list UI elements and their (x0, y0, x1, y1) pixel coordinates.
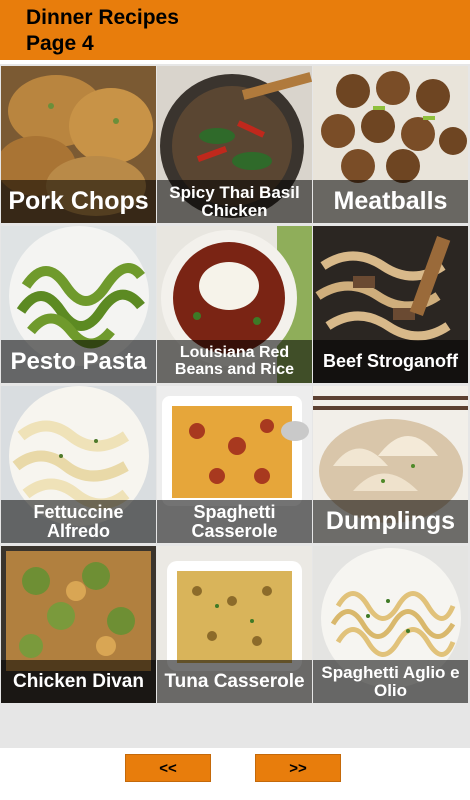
recipe-tile-spicy-thai-basil-chicken[interactable]: Spicy Thai Basil Chicken (157, 66, 312, 223)
recipe-title: Tuna Casserole (157, 660, 312, 703)
recipe-tile-spaghetti-casserole[interactable]: Spaghetti Casserole (157, 386, 312, 543)
page-title: Dinner Recipes (26, 6, 179, 29)
recipe-tile-fettuccine-alfredo[interactable]: Fettuccine Alfredo (1, 386, 156, 543)
recipe-tile-pesto-pasta[interactable]: Pesto Pasta (1, 226, 156, 383)
recipe-title: Beef Stroganoff (313, 340, 468, 383)
recipe-grid: Pork Chops Spicy Thai Basil Chicken Meat… (0, 64, 470, 748)
recipe-title: Louisiana Red Beans and Rice (157, 340, 312, 383)
recipe-tile-tuna-casserole[interactable]: Tuna Casserole (157, 546, 312, 703)
recipe-title: Spaghetti Casserole (157, 500, 312, 543)
recipe-title: Pesto Pasta (1, 340, 156, 383)
app-header: Dinner Recipes Page 4 (0, 0, 470, 60)
recipe-tile-chicken-divan[interactable]: Chicken Divan (1, 546, 156, 703)
recipe-title: Spaghetti Aglio e Olio (313, 660, 468, 703)
recipe-title: Fettuccine Alfredo (1, 500, 156, 543)
page-number: Page 4 (26, 32, 94, 55)
recipe-tile-dumplings[interactable]: Dumplings (313, 386, 468, 543)
pagination-bar: << >> (0, 750, 470, 800)
recipe-title: Dumplings (313, 500, 468, 543)
recipe-tile-beef-stroganoff[interactable]: Beef Stroganoff (313, 226, 468, 383)
recipe-tile-louisiana-red-beans-and-rice[interactable]: Louisiana Red Beans and Rice (157, 226, 312, 383)
previous-page-button[interactable]: << (125, 754, 211, 782)
recipe-tile-pork-chops[interactable]: Pork Chops (1, 66, 156, 223)
recipe-title: Meatballs (313, 180, 468, 223)
recipe-title: Spicy Thai Basil Chicken (157, 180, 312, 223)
recipe-tile-meatballs[interactable]: Meatballs (313, 66, 468, 223)
recipe-title: Chicken Divan (1, 660, 156, 703)
recipe-title: Pork Chops (1, 180, 156, 223)
next-page-button[interactable]: >> (255, 754, 341, 782)
recipe-tile-spaghetti-aglio-e-olio[interactable]: Spaghetti Aglio e Olio (313, 546, 468, 703)
